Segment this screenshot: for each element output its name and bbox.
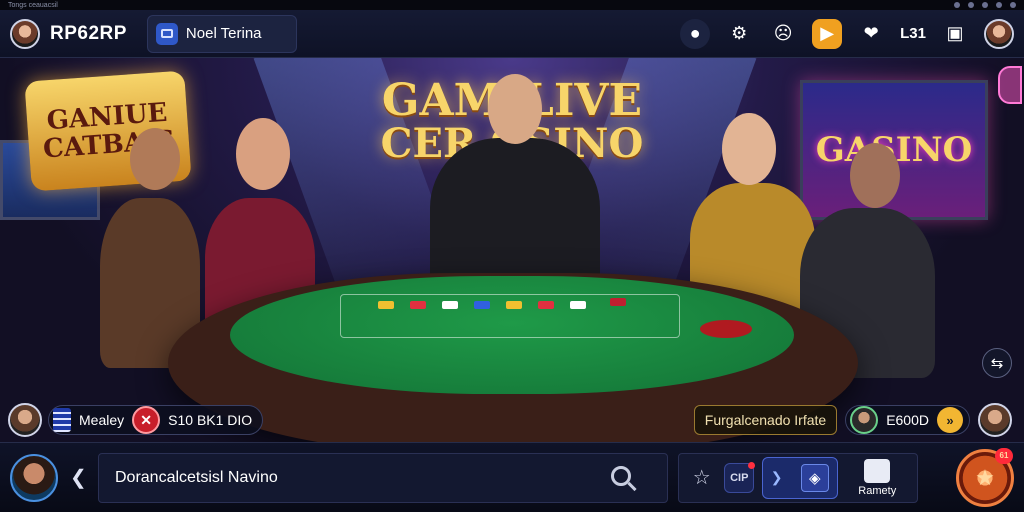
header-icons: ● ⚙ ☹ ▶ ❤ L31 ▣ (680, 18, 1014, 49)
player-status-text: Furgalcenado Irfate (704, 412, 827, 428)
mode-label: Noel Terina (185, 25, 262, 42)
right-player-avatar-2[interactable] (978, 403, 1012, 437)
trophy-action-button[interactable]: ★ 61 (956, 447, 1014, 507)
action-badge: 61 (995, 447, 1013, 464)
chip-tray (700, 320, 752, 338)
left-player-card[interactable]: Mealey ✕ S10 BK1 DIO (48, 405, 264, 435)
right-player-avatar (850, 406, 879, 434)
ready-button[interactable]: Ramety (845, 453, 909, 503)
chat-input[interactable]: Dorancalcetsisl Navino (98, 452, 668, 503)
user-avatar[interactable] (10, 18, 40, 49)
menu-icon[interactable]: ▣ (940, 19, 970, 49)
chip (442, 301, 458, 309)
player-head (722, 113, 776, 185)
dealer-head (488, 74, 542, 144)
chip (610, 298, 626, 306)
player-amount-card[interactable]: E600D » (845, 405, 970, 435)
right-neon-monitor: GASINO (800, 80, 988, 220)
player-head (130, 128, 180, 190)
left-player-stake: S10 BK1 DIO (168, 412, 253, 428)
chip (410, 301, 426, 309)
profile-avatar[interactable] (984, 18, 1014, 49)
chevron-left-icon[interactable]: ❮ (70, 465, 87, 490)
battery-icon (982, 2, 988, 8)
left-player-name: Mealey (79, 412, 125, 428)
player-head (236, 118, 290, 190)
chip-stack-icon (53, 408, 71, 432)
left-player-info: Mealey ✕ S10 BK1 DIO (8, 402, 264, 438)
bottom-bar: ❮ Dorancalcetsisl Navino ☆ CIP ❯ ◈ Ramet… (0, 442, 1024, 512)
chip (474, 301, 490, 309)
chevron-right-icon[interactable]: ❯ (771, 469, 785, 486)
bottom-tools: ☆ CIP ❯ ◈ Ramety (678, 452, 918, 503)
system-icons (954, 2, 1016, 8)
gift-icon[interactable]: ❤ (856, 19, 886, 49)
close-icon[interactable] (1010, 2, 1016, 8)
chip (506, 301, 522, 309)
status-text: Tongs ceauacsil (8, 1, 58, 9)
block-icon[interactable]: ✕ (132, 406, 161, 434)
cube-icon[interactable]: ◈ (800, 463, 829, 492)
left-player-avatar[interactable] (8, 403, 42, 437)
chat-text: Dorancalcetsisl Navino (115, 468, 278, 486)
gear-icon[interactable]: ⚙ (724, 19, 754, 49)
clip-icon-label: CIP (730, 471, 749, 484)
top-header: RP62RP Noel Terina ● ⚙ ☹ ▶ ❤ L31 ▣ (0, 10, 1024, 58)
mode-selector[interactable]: Noel Terina (146, 14, 297, 53)
camera-switch-icon[interactable]: ⇆ (982, 348, 1012, 378)
minimize-icon[interactable] (996, 2, 1002, 8)
microphone-icon[interactable]: ● (680, 18, 711, 49)
ready-label: Ramety (858, 484, 897, 497)
wifi-icon (968, 2, 974, 8)
search-icon[interactable] (611, 465, 631, 486)
host-avatar[interactable] (10, 453, 58, 502)
system-status-bar: Tongs ceauacsil (0, 0, 1024, 10)
brand-title: RP62RP (50, 22, 127, 44)
side-avatar-tab[interactable] (998, 66, 1022, 104)
chip (378, 301, 394, 309)
fast-forward-icon[interactable]: » (937, 407, 963, 433)
star-icon[interactable]: ☆ (687, 463, 717, 493)
right-player-info: Furgalcenado Irfate E600D » (693, 402, 1012, 438)
player-head (850, 143, 900, 208)
clipboard-icon (864, 458, 891, 483)
clip-icon[interactable]: CIP (724, 461, 756, 493)
chip (570, 301, 586, 309)
chip (538, 301, 554, 309)
tablet-icon (155, 22, 178, 45)
score-value: L31 (900, 25, 926, 42)
view-toggle[interactable]: ❯ ◈ (761, 456, 838, 499)
play-icon[interactable]: ▶ (812, 18, 843, 49)
emoji-icon[interactable]: ☹ (768, 19, 798, 49)
player-info-row: Mealey ✕ S10 BK1 DIO Furgalcenado Irfate… (0, 402, 1024, 438)
notification-dot (748, 461, 756, 469)
player-status-card: Furgalcenado Irfate (693, 405, 838, 435)
notification-icon (954, 2, 960, 8)
live-casino-scene: GANIUE CATBAIS GAMILIVE CER GSINO TE GAS… (0, 58, 1024, 442)
right-player-amount: E600D (886, 412, 929, 428)
